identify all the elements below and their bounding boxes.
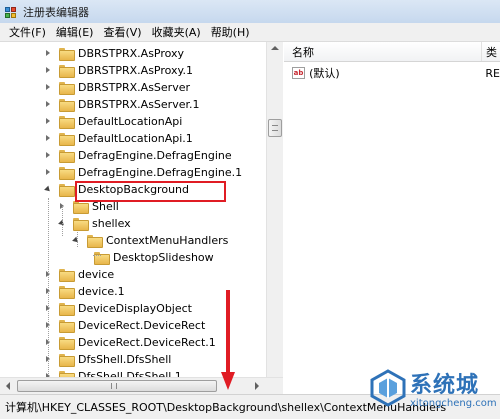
folder-icon bbox=[73, 201, 89, 214]
tree-item-label: DfsShell.DfsShell.1 bbox=[78, 370, 182, 377]
folder-icon bbox=[59, 116, 75, 129]
tree-item[interactable]: device.1 bbox=[44, 283, 125, 300]
registry-tree[interactable]: DBRSTPRX.AsProxy DBRSTPRX.AsProxy.1 DBRSTP… bbox=[0, 42, 283, 377]
tree-item-label: device.1 bbox=[78, 285, 125, 298]
tree-item[interactable]: DBRSTPRX.AsProxy bbox=[44, 45, 184, 62]
window-title: 注册表编辑器 bbox=[23, 5, 89, 19]
watermark: 系统城 xitongcheng.com bbox=[368, 360, 500, 415]
registry-editor-icon bbox=[4, 5, 18, 19]
menu-help[interactable]: 帮助(H) bbox=[206, 24, 255, 40]
folder-icon bbox=[59, 337, 75, 350]
tree-item[interactable]: ContextMenuHandlers bbox=[72, 232, 228, 249]
tree-item[interactable]: DefragEngine.DefragEngine.1 bbox=[44, 164, 242, 181]
ab-string-icon: ab bbox=[292, 67, 306, 79]
tree-item[interactable]: device bbox=[44, 266, 114, 283]
watermark-sub-text: xitongcheng.com bbox=[410, 397, 497, 409]
expand-arrow-icon[interactable] bbox=[44, 100, 53, 109]
tree-item[interactable]: DfsShell.DfsShell.1 bbox=[44, 368, 182, 377]
menu-edit[interactable]: 编辑(E) bbox=[51, 24, 99, 40]
tree-item[interactable]: DefaultLocationApi bbox=[44, 113, 182, 130]
tree-item-label: shellex bbox=[92, 217, 131, 230]
menu-bar: 文件(F) 编辑(E) 查看(V) 收藏夹(A) 帮助(H) bbox=[0, 23, 500, 42]
tree-vertical-scrollbar[interactable] bbox=[266, 42, 283, 377]
folder-icon bbox=[87, 235, 103, 248]
vertical-scroll-thumb[interactable] bbox=[268, 119, 282, 137]
tree-item[interactable]: shellex bbox=[58, 215, 131, 232]
tree-item-label: DefragEngine.DefragEngine.1 bbox=[78, 166, 243, 179]
tree-connector-line bbox=[48, 198, 49, 374]
expand-arrow-icon[interactable] bbox=[44, 66, 53, 75]
tree-item[interactable]: DefaultLocationApi.1 bbox=[44, 130, 193, 147]
tree-item-label: DBRSTPRX.AsProxy bbox=[78, 47, 185, 60]
folder-icon bbox=[59, 65, 75, 78]
folder-icon bbox=[59, 320, 75, 333]
folder-icon bbox=[59, 303, 75, 316]
tree-item-label: DeviceDisplayObject bbox=[78, 302, 192, 315]
tree-item-label: DBRSTPRX.AsProxy.1 bbox=[78, 64, 193, 77]
expand-arrow-icon[interactable] bbox=[44, 49, 53, 58]
value-name: (默认) bbox=[309, 67, 340, 80]
expand-arrow-icon[interactable] bbox=[44, 134, 53, 143]
tree-item-label: DesktopSlideshow bbox=[113, 251, 214, 264]
expand-arrow-icon[interactable] bbox=[44, 83, 53, 92]
tree-item[interactable]: DBRSTPRX.AsServer.1 bbox=[44, 96, 199, 113]
folder-icon bbox=[59, 133, 75, 146]
tree-item-label: DeviceRect.DeviceRect bbox=[78, 319, 206, 332]
folder-icon bbox=[94, 252, 110, 265]
values-list[interactable]: 名称 类 ab (默认) RE bbox=[284, 42, 500, 394]
tree-item-label: DBRSTPRX.AsServer.1 bbox=[78, 98, 200, 111]
watermark-logo-icon bbox=[370, 368, 406, 407]
column-type-header[interactable]: 类 bbox=[482, 42, 497, 61]
collapse-arrow-icon[interactable] bbox=[44, 185, 53, 194]
tree-item[interactable]: DeviceDisplayObject bbox=[44, 300, 192, 317]
tree-item[interactable]: DeviceRect.DeviceRect bbox=[44, 317, 205, 334]
watermark-main-text: 系统城 bbox=[410, 372, 480, 398]
scroll-up-arrow-icon[interactable] bbox=[271, 46, 279, 50]
folder-icon bbox=[59, 167, 75, 180]
menu-file[interactable]: 文件(F) bbox=[4, 24, 51, 40]
tree-item[interactable]: DesktopSlideshow bbox=[88, 249, 214, 266]
menu-view[interactable]: 查看(V) bbox=[98, 24, 146, 40]
expand-arrow-icon[interactable] bbox=[44, 168, 53, 177]
column-name-header[interactable]: 名称 bbox=[284, 42, 482, 61]
list-header: 名称 类 bbox=[284, 42, 500, 62]
tree-item-label: DBRSTPRX.AsServer bbox=[78, 81, 190, 94]
folder-icon bbox=[73, 218, 89, 231]
expand-arrow-icon[interactable] bbox=[44, 117, 53, 126]
arrow-annotation-icon bbox=[221, 290, 235, 390]
tree-item-label: DefragEngine.DefragEngine bbox=[78, 149, 232, 162]
tree-item-label: DeviceRect.DeviceRect.1 bbox=[78, 336, 216, 349]
tree-item-label: DefaultLocationApi.1 bbox=[78, 132, 193, 145]
folder-icon bbox=[59, 354, 75, 367]
folder-icon bbox=[59, 286, 75, 299]
tree-item-label: DefaultLocationApi bbox=[78, 115, 183, 128]
folder-icon bbox=[59, 82, 75, 95]
folder-icon bbox=[59, 269, 75, 282]
tree-item[interactable]: DBRSTPRX.AsServer bbox=[44, 79, 190, 96]
tree-horizontal-scrollbar[interactable] bbox=[0, 377, 283, 394]
tree-item[interactable]: DfsShell.DfsShell bbox=[44, 351, 171, 368]
folder-icon bbox=[59, 150, 75, 163]
list-item[interactable]: ab (默认) RE bbox=[284, 64, 500, 82]
tree-item[interactable]: DeviceRect.DeviceRect.1 bbox=[44, 334, 216, 351]
tree-connector-line bbox=[62, 206, 63, 236]
title-bar: 注册表编辑器 bbox=[0, 0, 500, 23]
scroll-right-arrow-icon[interactable] bbox=[255, 382, 259, 390]
tree-item[interactable]: DBRSTPRX.AsProxy.1 bbox=[44, 62, 193, 79]
expand-arrow-icon[interactable] bbox=[44, 151, 53, 160]
tree-connector-line bbox=[77, 232, 78, 247]
folder-icon bbox=[59, 48, 75, 61]
scroll-left-arrow-icon[interactable] bbox=[6, 382, 10, 390]
tree-connector-line bbox=[93, 255, 101, 256]
horizontal-scroll-thumb[interactable] bbox=[17, 380, 217, 392]
folder-icon bbox=[59, 99, 75, 112]
tree-item-label: device bbox=[78, 268, 115, 281]
tree-item-label: DfsShell.DfsShell bbox=[78, 353, 172, 366]
folder-icon bbox=[59, 184, 75, 197]
tree-item[interactable]: DefragEngine.DefragEngine bbox=[44, 147, 232, 164]
tree-item-label: ContextMenuHandlers bbox=[106, 234, 229, 247]
highlight-annotation bbox=[75, 181, 226, 202]
value-type: RE bbox=[485, 66, 500, 80]
menu-favorites[interactable]: 收藏夹(A) bbox=[147, 24, 206, 40]
